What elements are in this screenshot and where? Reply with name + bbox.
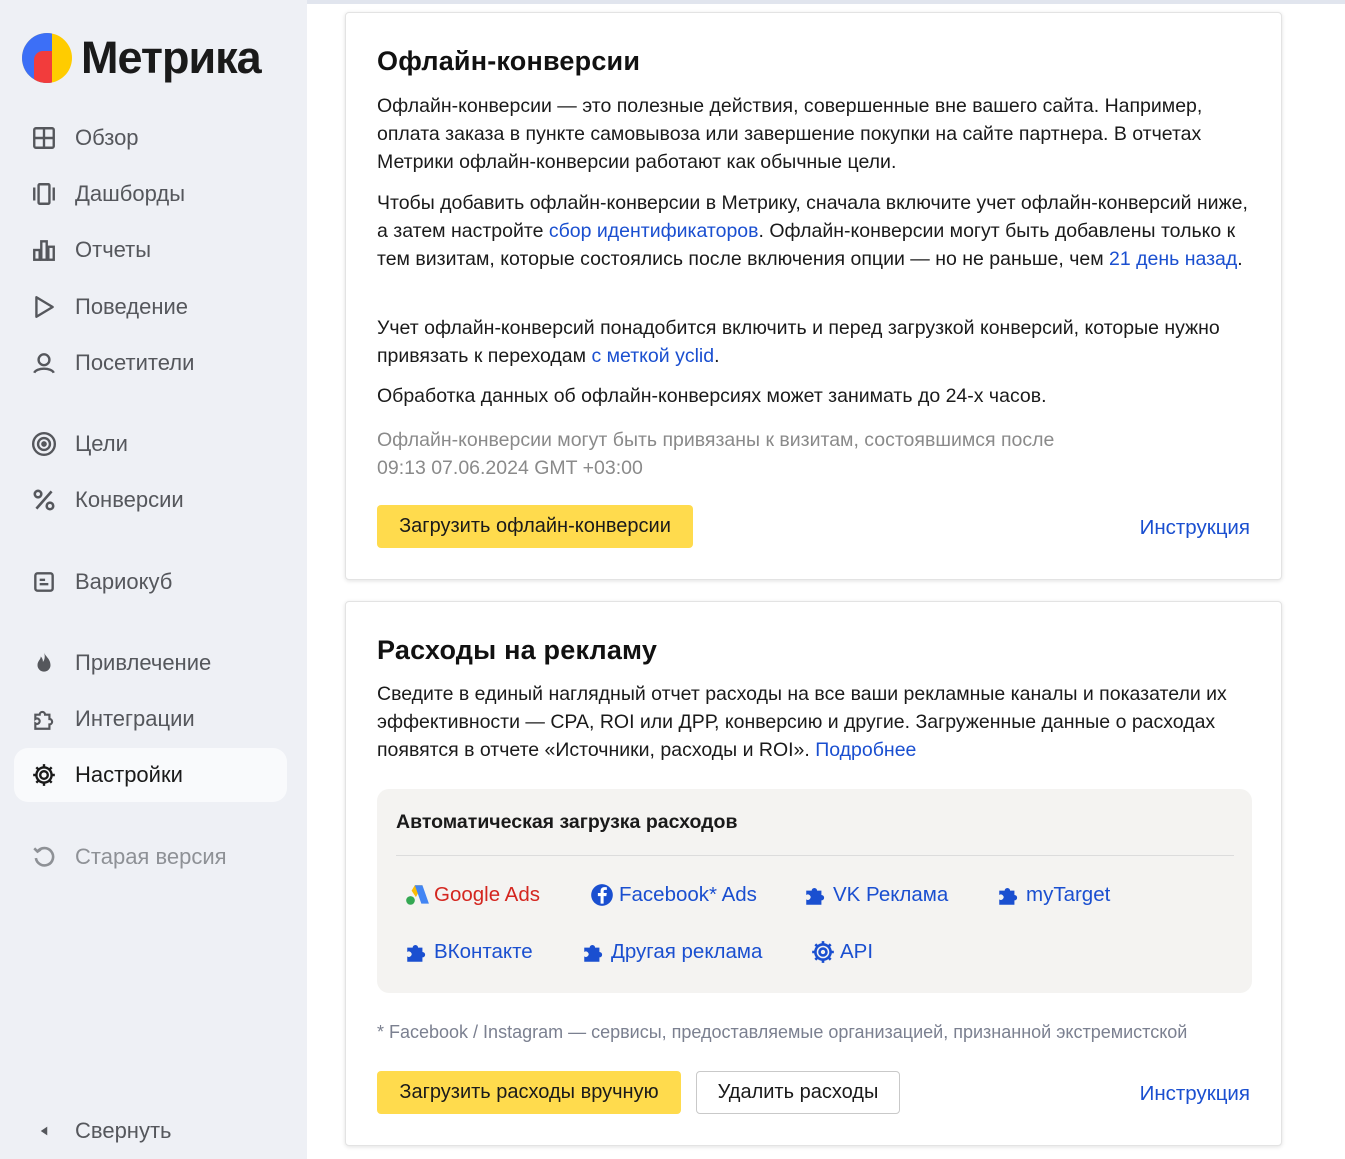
grid-icon [31, 125, 57, 151]
sidebar-item-label: Дашборды [75, 181, 185, 206]
sidebar-item-conversions[interactable]: Конверсии [14, 473, 287, 527]
ad-expenses-description: Сведите в единый наглядный отчет расходы… [377, 683, 1227, 761]
sidebar-item-behavior[interactable]: Поведение [14, 280, 287, 334]
sidebar-item-old-version[interactable]: Старая версия [14, 830, 287, 884]
sidebar-item-acquisition[interactable]: Привлечение [14, 636, 287, 690]
fire-icon [31, 650, 57, 676]
offline-description: Офлайн-конверсии — это полезные действия… [377, 95, 1203, 173]
sidebar-item-label: Обзор [75, 125, 139, 150]
reports-icon [31, 237, 57, 263]
sidebar-item-label: Цели [75, 431, 128, 456]
google-ads-icon [406, 885, 429, 905]
sidebar-item-label: Старая версия [75, 844, 227, 869]
binding-note: Офлайн-конверсии могут быть привязаны к … [377, 429, 1055, 479]
more-link[interactable]: Подробнее [815, 739, 916, 761]
vk-ads-link[interactable]: VK Реклама [803, 882, 948, 908]
sidebar-item-goals[interactable]: Цели [14, 417, 287, 471]
puzzle-icon [584, 944, 603, 962]
sidebar-item-visitors[interactable]: Посетители [14, 336, 287, 390]
sidebar-item-reports[interactable]: Отчеты [14, 223, 287, 277]
google-ads-link[interactable]: Google Ads [404, 882, 540, 908]
chevron-left-icon [31, 1118, 57, 1144]
offline-instruction-link[interactable]: Инструкция [1140, 516, 1250, 540]
api-link[interactable]: API [810, 939, 873, 965]
variocube-icon [31, 569, 57, 595]
upload-expenses-manually-button[interactable]: Загрузить расходы вручную [377, 1071, 681, 1114]
sidebar: Метрика Обзор Дашборды Отчеты Поведение … [0, 0, 307, 1159]
sidebar-item-label: Посетители [75, 350, 195, 375]
sidebar-item-variocube[interactable]: Вариокуб [14, 555, 287, 609]
mytarget-link[interactable]: myTarget [996, 882, 1110, 908]
user-icon [31, 350, 57, 376]
upload-offline-conversions-button[interactable]: Загрузить офлайн-конверсии [377, 505, 693, 548]
yclid-link[interactable]: с меткой yclid [591, 345, 714, 367]
logo-text: Метрика [81, 32, 262, 83]
vkontakte-link[interactable]: ВКонтакте [404, 939, 533, 965]
processing-time-text: Обработка данных об офлайн-конверсиях мо… [377, 385, 1047, 407]
offline-conversions-card: Офлайн-конверсии Офлайн-конверсии — это … [345, 12, 1282, 580]
collapse-label: Свернуть [75, 1118, 172, 1143]
offline-setup-text: Чтобы добавить офлайн-конверсии в Метрик… [377, 192, 1248, 270]
facebook-icon [591, 884, 613, 906]
sidebar-item-settings[interactable]: Настройки [14, 748, 287, 802]
delete-expenses-button[interactable]: Удалить расходы [696, 1071, 900, 1114]
puzzle-icon [31, 706, 57, 732]
auto-upload-panel: Автоматическая загрузка расходов Google … [377, 789, 1252, 993]
other-ads-link[interactable]: Другая реклама [581, 939, 762, 965]
undo-icon [31, 844, 57, 870]
play-icon [31, 294, 57, 320]
sidebar-item-overview[interactable]: Обзор [14, 111, 287, 165]
target-icon [31, 431, 57, 457]
sidebar-item-label: Вариокуб [75, 569, 173, 594]
puzzle-icon [407, 944, 426, 962]
metrika-logo-icon [22, 33, 72, 83]
facebook-footnote: * Facebook / Instagram — сервисы, предос… [377, 1022, 1188, 1042]
percent-icon [31, 487, 57, 513]
ad-expenses-card: Расходы на рекламу Сведите в единый нагл… [345, 601, 1282, 1146]
auto-upload-title: Автоматическая загрузка расходов [396, 811, 738, 833]
days-ago-link[interactable]: 21 день назад [1109, 248, 1237, 270]
identifiers-link[interactable]: сбор идентификаторов [549, 220, 759, 242]
gear-icon [812, 941, 834, 963]
sidebar-item-label: Интеграции [75, 706, 195, 731]
sidebar-item-label: Поведение [75, 294, 188, 319]
facebook-ads-link[interactable]: Facebook* Ads [589, 882, 757, 908]
offline-conversions-title: Офлайн-конверсии [377, 46, 641, 76]
sidebar-item-label: Привлечение [75, 650, 212, 675]
dashboards-icon [31, 181, 57, 207]
logo[interactable]: Метрика [22, 32, 262, 84]
sidebar-item-label: Конверсии [75, 487, 184, 512]
puzzle-icon [806, 887, 825, 905]
sidebar-item-integrations[interactable]: Интеграции [14, 692, 287, 746]
sidebar-item-label: Настройки [75, 762, 183, 787]
yclid-text: Учет офлайн-конверсий понадобится включи… [377, 317, 1220, 367]
divider [396, 855, 1234, 856]
sidebar-item-label: Отчеты [75, 237, 152, 262]
collapse-sidebar-button[interactable]: Свернуть [14, 1104, 287, 1158]
sidebar-item-dashboards[interactable]: Дашборды [14, 167, 287, 221]
ad-expenses-title: Расходы на рекламу [377, 635, 658, 665]
ads-instruction-link[interactable]: Инструкция [1140, 1082, 1250, 1106]
gear-icon [31, 762, 57, 788]
puzzle-icon [999, 887, 1018, 905]
